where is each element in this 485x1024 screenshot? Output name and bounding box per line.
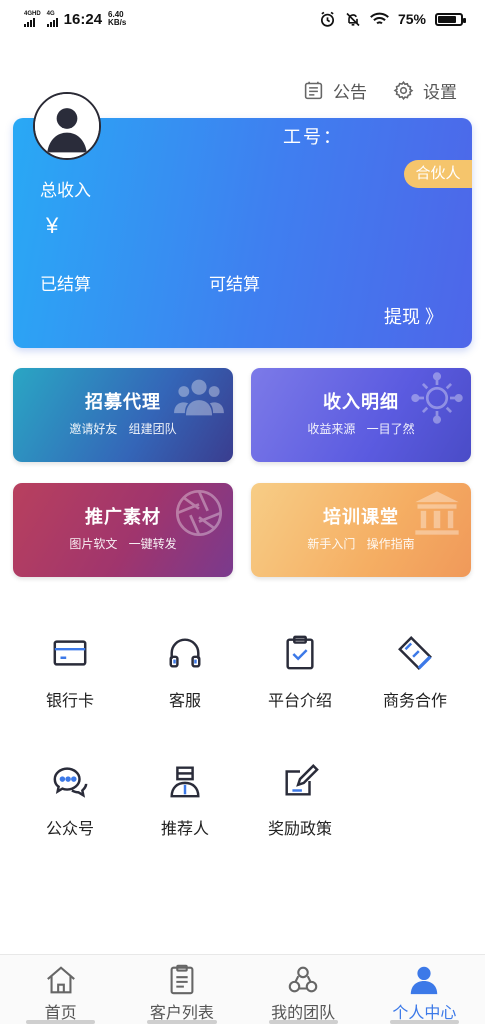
- bottom-nav: 首页 客户列表 我的团队 个人中心: [0, 954, 485, 1024]
- service-reward-policy[interactable]: 奖励政策: [245, 762, 355, 839]
- withdraw-button[interactable]: 提现 》: [384, 303, 443, 329]
- announcement-button[interactable]: 公告: [303, 78, 367, 103]
- feature-subtitle: 新手入门 操作指南: [307, 537, 415, 551]
- feature-title: 招募代理: [85, 392, 161, 412]
- feature-training-class[interactable]: 培训课堂 新手入门 操作指南: [251, 483, 471, 577]
- service-referrer[interactable]: 推荐人: [130, 762, 240, 839]
- announcement-icon: [304, 81, 323, 100]
- service-bank-card[interactable]: 银行卡: [15, 634, 125, 711]
- feature-promo-material[interactable]: 推广素材 图片软文 一键转发: [13, 483, 233, 577]
- service-label: 公众号: [45, 821, 94, 838]
- user-avatar-icon: [35, 94, 99, 158]
- signal-label-2: 4G: [46, 11, 55, 17]
- employee-number-label: 工号：: [283, 127, 343, 147]
- signal-indicator-1: 4GHD: [24, 11, 41, 27]
- nav-customer-list[interactable]: 客户列表: [121, 955, 242, 1024]
- nav-my-team[interactable]: 我的团队: [243, 955, 364, 1024]
- home-icon: [46, 966, 75, 994]
- wifi-icon: [370, 12, 389, 24]
- feature-recruit-agent[interactable]: 招募代理 邀请好友 组建团队: [13, 368, 233, 462]
- signal-label-1: 4GHD: [24, 11, 41, 17]
- feature-subtitle: 图片软文 一键转发: [69, 537, 177, 551]
- headset-icon: [169, 638, 201, 668]
- mute-icon: [346, 12, 360, 26]
- team-icon: [288, 966, 318, 993]
- nav-personal-center[interactable]: 个人中心: [364, 955, 485, 1024]
- edit-icon: [285, 764, 319, 796]
- service-label: 推荐人: [160, 821, 209, 838]
- partner-badge: 合伙人: [404, 160, 472, 188]
- feature-subtitle: 收益来源 一目了然: [307, 422, 415, 436]
- chat-bubbles-icon: [53, 767, 88, 798]
- service-business-cooperation[interactable]: 商务合作: [360, 634, 470, 711]
- settings-label: 设置: [423, 83, 457, 102]
- settleable-label: 可结算: [209, 275, 260, 294]
- service-customer-service[interactable]: 客服: [130, 634, 240, 711]
- user-icon: [411, 966, 438, 995]
- service-label: 商务合作: [382, 693, 447, 710]
- clipboard-check-icon: [286, 635, 314, 670]
- service-label: 平台介绍: [267, 693, 332, 710]
- alarm-icon: [320, 11, 334, 27]
- service-label: 客服: [168, 693, 201, 710]
- feature-title: 推广素材: [85, 507, 161, 527]
- feature-income-detail[interactable]: 收入明细 收益来源 一目了然: [251, 368, 471, 462]
- total-income-label: 总收入: [40, 181, 91, 200]
- signal-indicator-2: 4G: [46, 11, 58, 27]
- feature-title: 收入明细: [323, 392, 399, 412]
- network-speed-unit: KB/s: [108, 18, 127, 27]
- battery-percent: 75%: [397, 11, 426, 27]
- feature-subtitle: 邀请好友 组建团队: [69, 422, 177, 436]
- top-actions: 公告 设置: [303, 78, 457, 103]
- gear-icon: [393, 80, 414, 101]
- clock: 16:24: [63, 10, 103, 28]
- status-bar: 4GHD 4G 16:24 6.40 KB/s 75%: [0, 0, 485, 38]
- service-label: 奖励政策: [267, 821, 332, 838]
- network-speed: 6.40 KB/s: [108, 11, 126, 27]
- bank-card-icon: [53, 640, 87, 666]
- nav-home[interactable]: 首页: [0, 955, 121, 1024]
- battery-icon: [435, 12, 466, 26]
- service-official-account[interactable]: 公众号: [15, 762, 125, 839]
- avatar[interactable]: [33, 92, 101, 160]
- service-platform-intro[interactable]: 平台介绍: [245, 634, 355, 711]
- list-icon: [170, 964, 194, 995]
- person-icon: [170, 766, 200, 798]
- feature-title: 培训课堂: [323, 507, 399, 527]
- announcement-label: 公告: [333, 83, 367, 102]
- system-gesture-bar: [0, 1020, 485, 1024]
- handshake-icon: [398, 636, 432, 670]
- service-label: 银行卡: [45, 693, 94, 710]
- total-income-value: ¥: [46, 213, 59, 238]
- settings-button[interactable]: 设置: [393, 78, 457, 103]
- settled-label: 已结算: [40, 275, 91, 294]
